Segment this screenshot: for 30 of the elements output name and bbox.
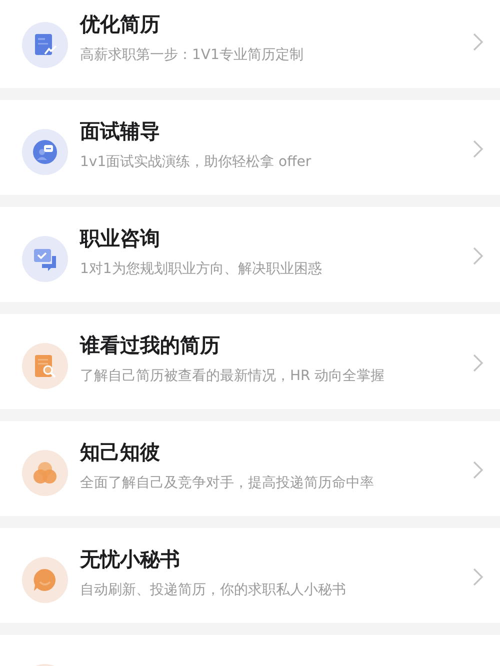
menu-item[interactable]: 谁看过我的简历 了解自己简历被查看的最新情况，HR 动向全掌握 bbox=[0, 314, 500, 409]
menu-item[interactable]: 职业咨询 1对1为您规划职业方向、解决职业困惑 bbox=[0, 207, 500, 302]
item-subtitle: 1对1为您规划职业方向、解决职业困惑 bbox=[80, 260, 323, 279]
chat-check-icon bbox=[32, 246, 58, 272]
item-title: 无忧小秘书 bbox=[80, 546, 181, 572]
item-subtitle: 高薪求职第一步：1V1专业简历定制 bbox=[80, 46, 304, 65]
menu-item[interactable]: 知己知彼 全面了解自己及竞争对手，提高投递简历命中率 bbox=[0, 421, 500, 516]
item-title: 优化简历 bbox=[80, 11, 161, 37]
menu-item[interactable]: 无忧小秘书 自动刷新、投递简历，你的求职私人小秘书 bbox=[0, 528, 500, 623]
item-subtitle: 1v1面试实战演练，助你轻松拿 offer bbox=[80, 153, 312, 172]
item-subtitle: 自动刷新、投递简历，你的求职私人小秘书 bbox=[80, 581, 347, 600]
item-subtitle: 了解自己简历被查看的最新情况，HR 动向全掌握 bbox=[80, 367, 386, 386]
menu-item[interactable]: 优化简历 高薪求职第一步：1V1专业简历定制 bbox=[0, 0, 500, 88]
smile-bubble-icon bbox=[32, 567, 58, 593]
item-title: 知己知彼 bbox=[80, 439, 161, 465]
item-title: 面试辅导 bbox=[80, 118, 161, 144]
chevron-right-icon bbox=[472, 567, 484, 587]
item-subtitle: 全面了解自己及竞争对手，提高投递简历命中率 bbox=[80, 474, 375, 493]
menu-item[interactable]: 面试辅导 1v1面试实战演练，助你轻松拿 offer bbox=[0, 100, 500, 195]
chevron-right-icon bbox=[472, 353, 484, 373]
chevron-right-icon bbox=[472, 246, 484, 266]
document-search-icon bbox=[32, 353, 58, 379]
chevron-right-icon bbox=[472, 32, 484, 52]
three-circles-icon bbox=[32, 460, 58, 486]
document-chart-icon bbox=[32, 32, 58, 58]
chevron-right-icon bbox=[472, 460, 484, 480]
person-chat-icon bbox=[32, 139, 58, 165]
item-title: 职业咨询 bbox=[80, 225, 161, 251]
item-title: 谁看过我的简历 bbox=[80, 332, 221, 358]
chevron-right-icon bbox=[472, 139, 484, 159]
